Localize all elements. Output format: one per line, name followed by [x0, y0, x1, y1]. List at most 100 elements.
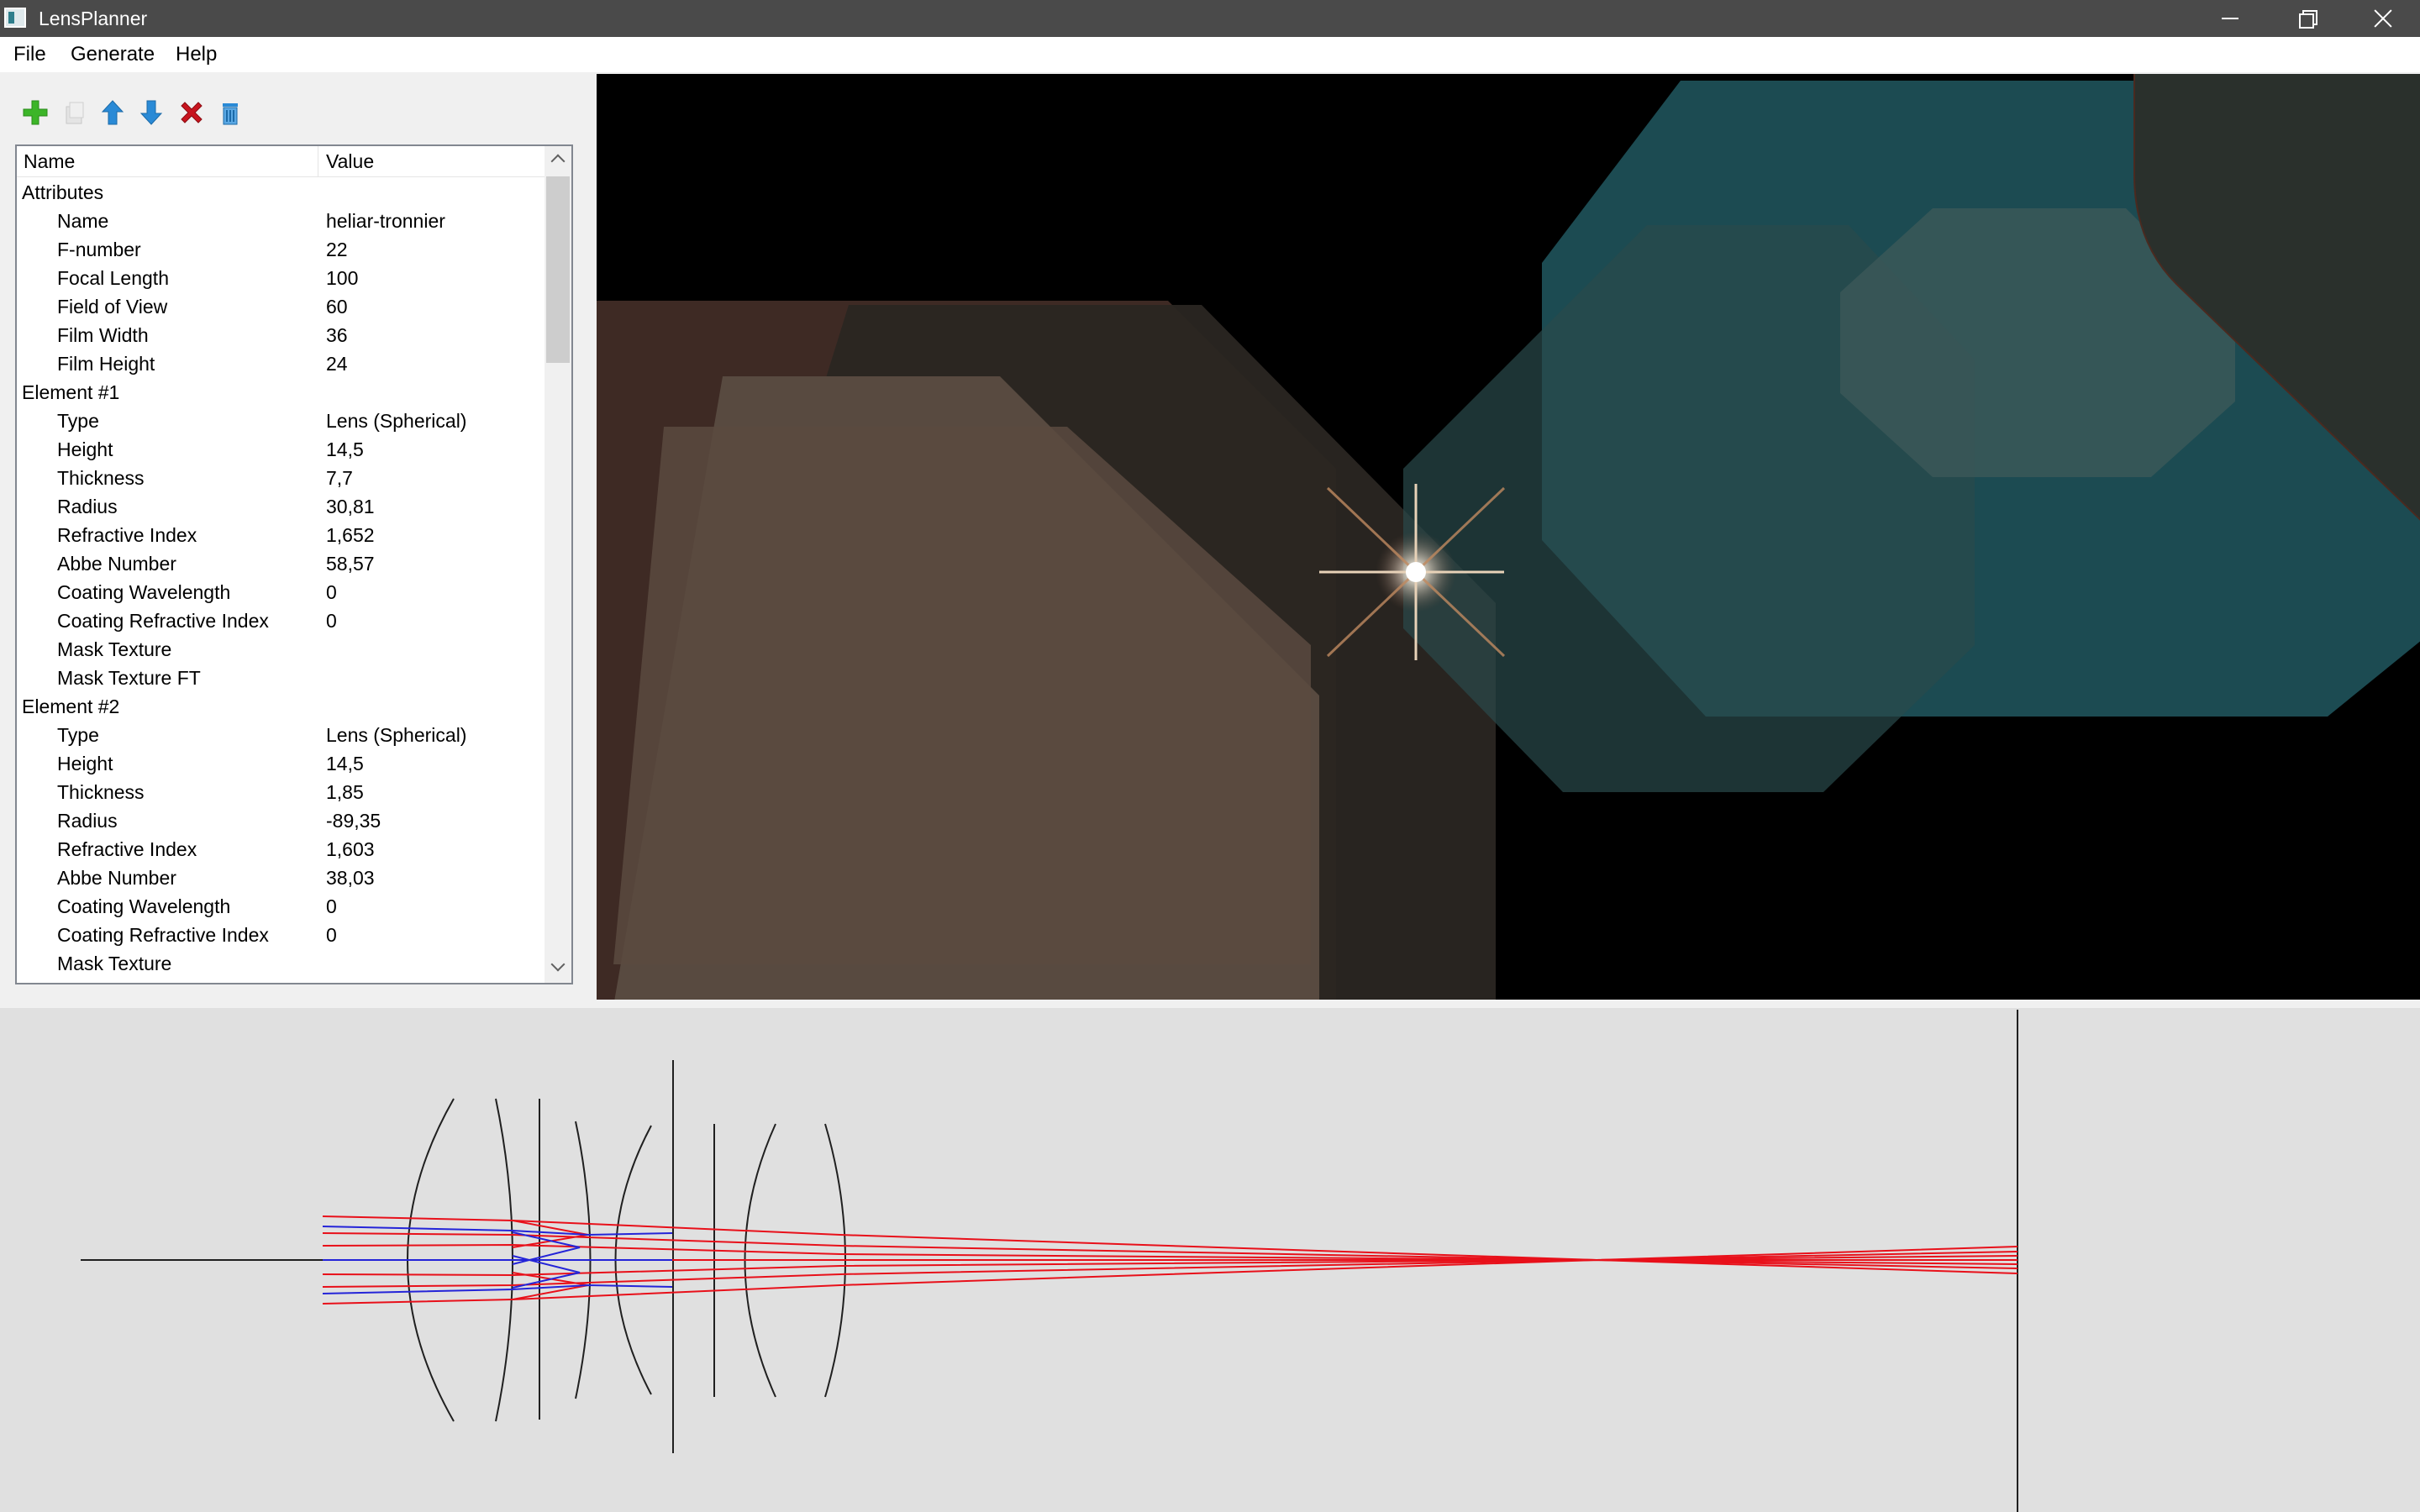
property-value[interactable]: 60: [326, 292, 348, 321]
property-name: Abbe Number: [57, 553, 176, 575]
panel-splitter[interactable]: [0, 1000, 2420, 1008]
property-row[interactable]: Coating Wavelength 0: [17, 892, 544, 921]
tree-group-row[interactable]: Element #2: [17, 692, 544, 721]
tree-header: Name Value: [17, 146, 544, 177]
menu-file[interactable]: File: [13, 43, 46, 66]
remove-icon[interactable]: [176, 97, 207, 128]
property-row[interactable]: Coating Wavelength 0: [17, 578, 544, 606]
property-value[interactable]: heliar-tronnier: [326, 207, 445, 235]
property-row[interactable]: F-number 22: [17, 235, 544, 264]
property-row[interactable]: Mask Texture FT: [17, 664, 544, 692]
property-value[interactable]: 22: [326, 235, 348, 264]
value-column-header[interactable]: Value: [326, 150, 374, 173]
property-row[interactable]: Type Lens (Spherical): [17, 721, 544, 749]
arrow-up-icon[interactable]: [97, 97, 128, 128]
property-row[interactable]: Film Height 24: [17, 349, 544, 378]
blue-rays: [322, 1226, 673, 1294]
scroll-up-icon[interactable]: [544, 146, 571, 173]
property-name: Film Width: [57, 324, 149, 346]
property-row[interactable]: Height 14,5: [17, 435, 544, 464]
tree-group-row[interactable]: Element #1: [17, 378, 544, 407]
property-value[interactable]: -89,35: [326, 806, 381, 835]
property-value[interactable]: 0: [326, 606, 337, 635]
property-value[interactable]: 58,57: [326, 549, 375, 578]
property-row[interactable]: Type Lens (Spherical): [17, 407, 544, 435]
property-value[interactable]: 0: [326, 578, 337, 606]
property-value[interactable]: Lens (Spherical): [326, 721, 466, 749]
close-button[interactable]: [2342, 0, 2419, 37]
menu-help[interactable]: Help: [176, 43, 217, 66]
element-editor-panel: Name Value Attributes Name heliar-tronnier…: [0, 72, 597, 1006]
property-name: Thickness: [57, 467, 145, 489]
property-name: Radius: [57, 496, 118, 517]
property-name: Coating Refractive Index: [57, 610, 269, 632]
minimize-button[interactable]: [2187, 0, 2265, 37]
app-icon: [4, 8, 26, 28]
property-name: Abbe Number: [57, 867, 176, 889]
menu-generate[interactable]: Generate: [71, 43, 155, 66]
property-row[interactable]: Refractive Index 1,603: [17, 835, 544, 864]
property-value[interactable]: 24: [326, 349, 348, 378]
property-value[interactable]: 0: [326, 892, 337, 921]
property-row[interactable]: Height 14,5: [17, 749, 544, 778]
property-name: Height: [57, 438, 113, 460]
scrollbar-thumb[interactable]: [546, 176, 570, 363]
property-row[interactable]: Focal Length 100: [17, 264, 544, 292]
flare-render-view: [597, 74, 2420, 1000]
property-value[interactable]: 1,85: [326, 778, 364, 806]
tree-rows: Attributes Name heliar-tronnier F-number 22 F…: [17, 178, 544, 978]
property-row[interactable]: Abbe Number 58,57: [17, 549, 544, 578]
property-row[interactable]: Radius 30,81: [17, 492, 544, 521]
lens-elements: [407, 1060, 846, 1453]
property-tree[interactable]: Name Value Attributes Name heliar-tronnier…: [15, 144, 573, 984]
group-label: Element #2: [22, 696, 120, 717]
property-value[interactable]: 7,7: [326, 464, 353, 492]
property-row[interactable]: Abbe Number 38,03: [17, 864, 544, 892]
copy-icon[interactable]: [59, 97, 89, 128]
property-name: Field of View: [57, 296, 168, 318]
vertical-scrollbar[interactable]: [544, 146, 571, 983]
property-name: Radius: [57, 810, 118, 832]
property-value[interactable]: 1,652: [326, 521, 375, 549]
property-row[interactable]: Thickness 7,7: [17, 464, 544, 492]
property-row[interactable]: Coating Refractive Index 0: [17, 606, 544, 635]
property-row[interactable]: Coating Refractive Index 0: [17, 921, 544, 949]
property-name: Refractive Index: [57, 838, 197, 860]
menu-bar: File Generate Help: [0, 37, 2420, 72]
property-row[interactable]: Thickness 1,85: [17, 778, 544, 806]
property-value[interactable]: 30,81: [326, 492, 375, 521]
property-name: Film Height: [57, 353, 155, 375]
property-row[interactable]: Refractive Index 1,652: [17, 521, 544, 549]
property-value[interactable]: Lens (Spherical): [326, 407, 466, 435]
property-row[interactable]: Field of View 60: [17, 292, 544, 321]
property-row[interactable]: Radius -89,35: [17, 806, 544, 835]
property-value[interactable]: 0: [326, 921, 337, 949]
arrow-down-icon[interactable]: [136, 97, 166, 128]
tree-group-row[interactable]: Attributes: [17, 178, 544, 207]
title-bar: LensPlanner: [0, 0, 2420, 37]
trash-icon[interactable]: [215, 97, 245, 128]
property-value[interactable]: 38,03: [326, 864, 375, 892]
property-row[interactable]: Film Width 36: [17, 321, 544, 349]
add-icon[interactable]: [20, 97, 50, 128]
scroll-down-icon[interactable]: [544, 954, 571, 981]
property-name: Mask Texture: [57, 638, 172, 660]
property-name: Focal Length: [57, 267, 169, 289]
property-row[interactable]: Mask Texture: [17, 635, 544, 664]
property-name: Refractive Index: [57, 524, 197, 546]
property-value[interactable]: 100: [326, 264, 358, 292]
name-column-header[interactable]: Name: [24, 150, 75, 173]
property-value[interactable]: 14,5: [326, 749, 364, 778]
property-name: Coating Wavelength: [57, 895, 231, 917]
property-value[interactable]: 36: [326, 321, 348, 349]
property-row[interactable]: Name heliar-tronnier: [17, 207, 544, 235]
property-name: Type: [57, 724, 99, 746]
restore-button[interactable]: [2265, 0, 2342, 37]
property-name: Name: [57, 210, 109, 232]
property-value[interactable]: 1,603: [326, 835, 375, 864]
property-row[interactable]: Mask Texture: [17, 949, 544, 978]
window-title: LensPlanner: [39, 8, 148, 29]
property-name: Coating Wavelength: [57, 581, 231, 603]
property-name: Mask Texture: [57, 953, 172, 974]
property-value[interactable]: 14,5: [326, 435, 364, 464]
